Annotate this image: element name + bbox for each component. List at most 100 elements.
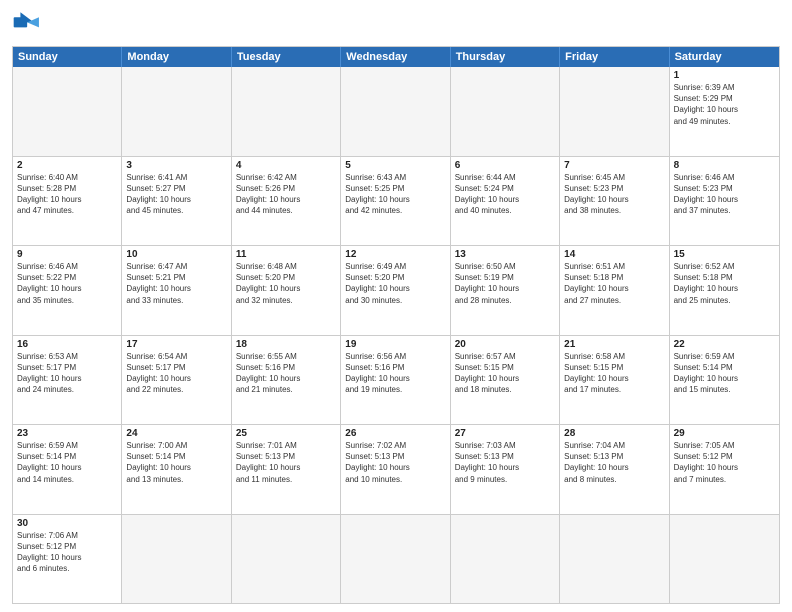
day-number: 24 — [126, 428, 226, 439]
calendar-row-2: 9Sunrise: 6:46 AM Sunset: 5:22 PM Daylig… — [13, 245, 779, 335]
calendar-cell — [13, 67, 122, 156]
calendar-body: 1Sunrise: 6:39 AM Sunset: 5:29 PM Daylig… — [13, 67, 779, 603]
day-info: Sunrise: 6:52 AM Sunset: 5:18 PM Dayligh… — [674, 261, 775, 306]
day-info: Sunrise: 6:49 AM Sunset: 5:20 PM Dayligh… — [345, 261, 445, 306]
day-info: Sunrise: 6:51 AM Sunset: 5:18 PM Dayligh… — [564, 261, 664, 306]
day-info: Sunrise: 6:58 AM Sunset: 5:15 PM Dayligh… — [564, 351, 664, 396]
day-number: 29 — [674, 428, 775, 439]
calendar-cell: 17Sunrise: 6:54 AM Sunset: 5:17 PM Dayli… — [122, 336, 231, 425]
day-number: 7 — [564, 160, 664, 171]
day-number: 14 — [564, 249, 664, 260]
header — [12, 10, 780, 38]
calendar-cell — [341, 515, 450, 604]
day-number: 9 — [17, 249, 117, 260]
day-number: 2 — [17, 160, 117, 171]
header-day-thursday: Thursday — [451, 47, 560, 67]
day-number: 16 — [17, 339, 117, 350]
day-number: 22 — [674, 339, 775, 350]
day-number: 17 — [126, 339, 226, 350]
day-info: Sunrise: 6:44 AM Sunset: 5:24 PM Dayligh… — [455, 172, 555, 217]
day-info: Sunrise: 6:48 AM Sunset: 5:20 PM Dayligh… — [236, 261, 336, 306]
day-number: 11 — [236, 249, 336, 260]
calendar-cell — [232, 515, 341, 604]
day-info: Sunrise: 6:40 AM Sunset: 5:28 PM Dayligh… — [17, 172, 117, 217]
day-info: Sunrise: 6:50 AM Sunset: 5:19 PM Dayligh… — [455, 261, 555, 306]
day-number: 18 — [236, 339, 336, 350]
calendar-row-3: 16Sunrise: 6:53 AM Sunset: 5:17 PM Dayli… — [13, 335, 779, 425]
calendar-cell — [451, 67, 560, 156]
day-info: Sunrise: 6:45 AM Sunset: 5:23 PM Dayligh… — [564, 172, 664, 217]
day-number: 30 — [17, 518, 117, 529]
day-info: Sunrise: 6:55 AM Sunset: 5:16 PM Dayligh… — [236, 351, 336, 396]
day-number: 27 — [455, 428, 555, 439]
calendar-cell: 1Sunrise: 6:39 AM Sunset: 5:29 PM Daylig… — [670, 67, 779, 156]
day-info: Sunrise: 7:06 AM Sunset: 5:12 PM Dayligh… — [17, 530, 117, 575]
day-number: 6 — [455, 160, 555, 171]
day-info: Sunrise: 6:42 AM Sunset: 5:26 PM Dayligh… — [236, 172, 336, 217]
calendar-cell: 29Sunrise: 7:05 AM Sunset: 5:12 PM Dayli… — [670, 425, 779, 514]
calendar-cell: 22Sunrise: 6:59 AM Sunset: 5:14 PM Dayli… — [670, 336, 779, 425]
header-day-saturday: Saturday — [670, 47, 779, 67]
calendar-header: SundayMondayTuesdayWednesdayThursdayFrid… — [13, 47, 779, 67]
calendar-cell — [122, 515, 231, 604]
calendar-cell: 14Sunrise: 6:51 AM Sunset: 5:18 PM Dayli… — [560, 246, 669, 335]
calendar-cell: 30Sunrise: 7:06 AM Sunset: 5:12 PM Dayli… — [13, 515, 122, 604]
calendar-cell: 9Sunrise: 6:46 AM Sunset: 5:22 PM Daylig… — [13, 246, 122, 335]
header-day-sunday: Sunday — [13, 47, 122, 67]
calendar-cell — [451, 515, 560, 604]
header-day-tuesday: Tuesday — [232, 47, 341, 67]
calendar-cell — [670, 515, 779, 604]
calendar-row-5: 30Sunrise: 7:06 AM Sunset: 5:12 PM Dayli… — [13, 514, 779, 604]
day-number: 4 — [236, 160, 336, 171]
day-info: Sunrise: 6:56 AM Sunset: 5:16 PM Dayligh… — [345, 351, 445, 396]
day-info: Sunrise: 6:41 AM Sunset: 5:27 PM Dayligh… — [126, 172, 226, 217]
day-info: Sunrise: 6:59 AM Sunset: 5:14 PM Dayligh… — [17, 440, 117, 485]
calendar-cell — [122, 67, 231, 156]
calendar-cell: 2Sunrise: 6:40 AM Sunset: 5:28 PM Daylig… — [13, 157, 122, 246]
header-day-monday: Monday — [122, 47, 231, 67]
calendar-cell: 12Sunrise: 6:49 AM Sunset: 5:20 PM Dayli… — [341, 246, 450, 335]
calendar-cell: 11Sunrise: 6:48 AM Sunset: 5:20 PM Dayli… — [232, 246, 341, 335]
day-number: 12 — [345, 249, 445, 260]
calendar-row-4: 23Sunrise: 6:59 AM Sunset: 5:14 PM Dayli… — [13, 424, 779, 514]
day-number: 20 — [455, 339, 555, 350]
day-info: Sunrise: 6:57 AM Sunset: 5:15 PM Dayligh… — [455, 351, 555, 396]
calendar-cell: 28Sunrise: 7:04 AM Sunset: 5:13 PM Dayli… — [560, 425, 669, 514]
calendar-cell: 26Sunrise: 7:02 AM Sunset: 5:13 PM Dayli… — [341, 425, 450, 514]
day-info: Sunrise: 6:46 AM Sunset: 5:22 PM Dayligh… — [17, 261, 117, 306]
day-number: 25 — [236, 428, 336, 439]
day-info: Sunrise: 6:53 AM Sunset: 5:17 PM Dayligh… — [17, 351, 117, 396]
calendar-cell: 23Sunrise: 6:59 AM Sunset: 5:14 PM Dayli… — [13, 425, 122, 514]
day-number: 28 — [564, 428, 664, 439]
day-number: 21 — [564, 339, 664, 350]
calendar-cell — [341, 67, 450, 156]
day-number: 8 — [674, 160, 775, 171]
calendar-cell: 15Sunrise: 6:52 AM Sunset: 5:18 PM Dayli… — [670, 246, 779, 335]
day-number: 26 — [345, 428, 445, 439]
calendar-cell: 27Sunrise: 7:03 AM Sunset: 5:13 PM Dayli… — [451, 425, 560, 514]
day-info: Sunrise: 6:47 AM Sunset: 5:21 PM Dayligh… — [126, 261, 226, 306]
calendar-cell: 21Sunrise: 6:58 AM Sunset: 5:15 PM Dayli… — [560, 336, 669, 425]
calendar-cell: 3Sunrise: 6:41 AM Sunset: 5:27 PM Daylig… — [122, 157, 231, 246]
day-info: Sunrise: 6:54 AM Sunset: 5:17 PM Dayligh… — [126, 351, 226, 396]
day-info: Sunrise: 7:01 AM Sunset: 5:13 PM Dayligh… — [236, 440, 336, 485]
header-day-friday: Friday — [560, 47, 669, 67]
calendar-cell — [232, 67, 341, 156]
calendar-cell: 5Sunrise: 6:43 AM Sunset: 5:25 PM Daylig… — [341, 157, 450, 246]
day-number: 19 — [345, 339, 445, 350]
calendar-cell: 18Sunrise: 6:55 AM Sunset: 5:16 PM Dayli… — [232, 336, 341, 425]
day-number: 13 — [455, 249, 555, 260]
calendar-cell: 16Sunrise: 6:53 AM Sunset: 5:17 PM Dayli… — [13, 336, 122, 425]
day-info: Sunrise: 7:03 AM Sunset: 5:13 PM Dayligh… — [455, 440, 555, 485]
day-number: 10 — [126, 249, 226, 260]
day-info: Sunrise: 7:05 AM Sunset: 5:12 PM Dayligh… — [674, 440, 775, 485]
calendar-cell: 13Sunrise: 6:50 AM Sunset: 5:19 PM Dayli… — [451, 246, 560, 335]
day-number: 3 — [126, 160, 226, 171]
calendar-row-1: 2Sunrise: 6:40 AM Sunset: 5:28 PM Daylig… — [13, 156, 779, 246]
calendar-cell — [560, 67, 669, 156]
day-info: Sunrise: 7:00 AM Sunset: 5:14 PM Dayligh… — [126, 440, 226, 485]
calendar-cell: 20Sunrise: 6:57 AM Sunset: 5:15 PM Dayli… — [451, 336, 560, 425]
day-number: 5 — [345, 160, 445, 171]
calendar-cell: 10Sunrise: 6:47 AM Sunset: 5:21 PM Dayli… — [122, 246, 231, 335]
day-info: Sunrise: 6:39 AM Sunset: 5:29 PM Dayligh… — [674, 82, 775, 127]
